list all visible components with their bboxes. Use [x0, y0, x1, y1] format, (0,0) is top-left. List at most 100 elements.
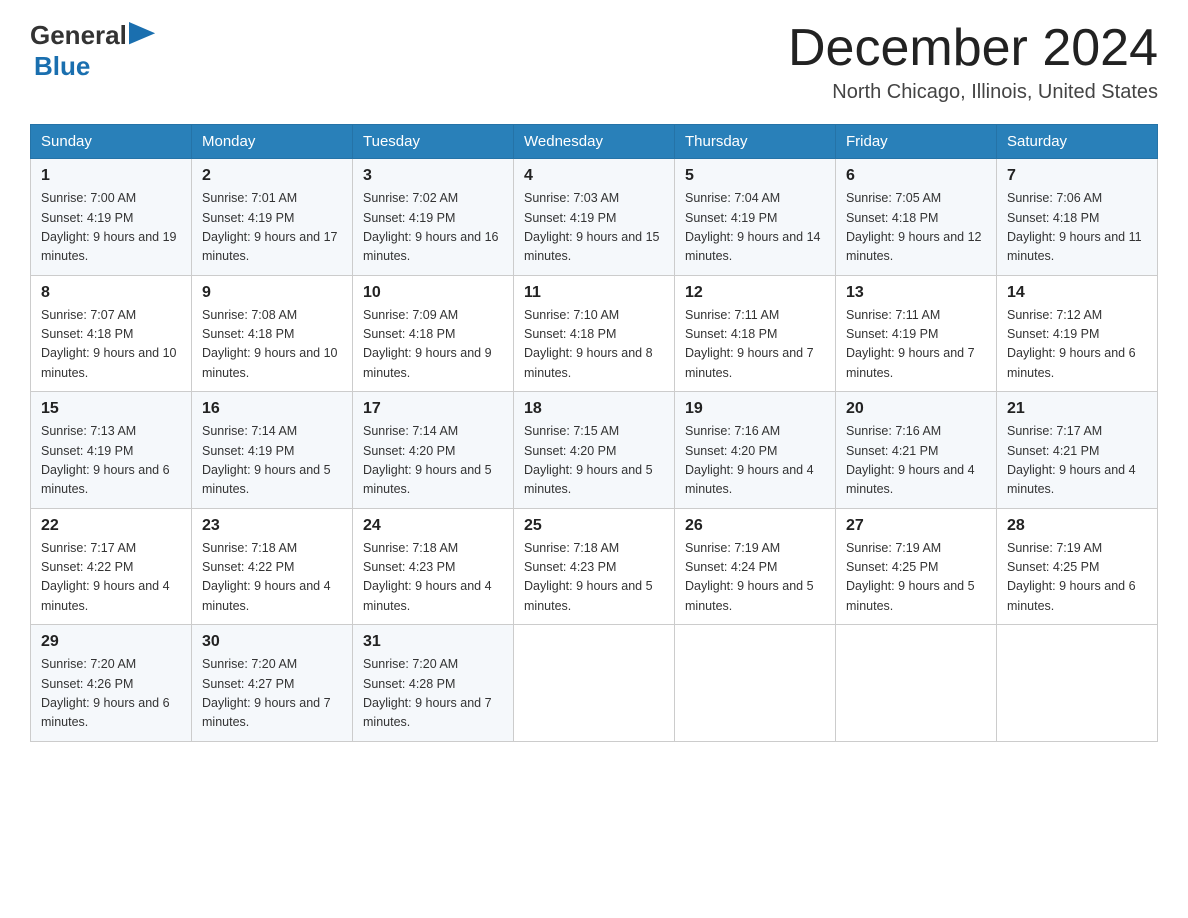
- day-info: Sunrise: 7:18 AMSunset: 4:23 PMDaylight:…: [524, 541, 653, 613]
- calendar-cell: 21 Sunrise: 7:17 AMSunset: 4:21 PMDaylig…: [997, 392, 1158, 509]
- calendar-cell: [836, 625, 997, 742]
- day-number: 15: [41, 400, 181, 418]
- day-info: Sunrise: 7:14 AMSunset: 4:19 PMDaylight:…: [202, 424, 331, 496]
- day-info: Sunrise: 7:02 AMSunset: 4:19 PMDaylight:…: [363, 191, 499, 263]
- calendar-week-row: 22 Sunrise: 7:17 AMSunset: 4:22 PMDaylig…: [31, 508, 1158, 625]
- calendar-cell: 4 Sunrise: 7:03 AMSunset: 4:19 PMDayligh…: [514, 159, 675, 276]
- day-number: 7: [1007, 167, 1147, 185]
- calendar-cell: 17 Sunrise: 7:14 AMSunset: 4:20 PMDaylig…: [353, 392, 514, 509]
- logo: General Blue: [30, 20, 157, 82]
- header-wednesday: Wednesday: [514, 125, 675, 159]
- calendar-cell: 11 Sunrise: 7:10 AMSunset: 4:18 PMDaylig…: [514, 275, 675, 392]
- calendar-cell: 9 Sunrise: 7:08 AMSunset: 4:18 PMDayligh…: [192, 275, 353, 392]
- day-number: 6: [846, 167, 986, 185]
- day-number: 11: [524, 284, 664, 302]
- day-number: 31: [363, 633, 503, 651]
- day-info: Sunrise: 7:03 AMSunset: 4:19 PMDaylight:…: [524, 191, 660, 263]
- calendar-week-row: 29 Sunrise: 7:20 AMSunset: 4:26 PMDaylig…: [31, 625, 1158, 742]
- logo-text-general: General: [30, 20, 127, 51]
- calendar-cell: 6 Sunrise: 7:05 AMSunset: 4:18 PMDayligh…: [836, 159, 997, 276]
- day-number: 28: [1007, 517, 1147, 535]
- day-info: Sunrise: 7:07 AMSunset: 4:18 PMDaylight:…: [41, 308, 177, 380]
- calendar-cell: 8 Sunrise: 7:07 AMSunset: 4:18 PMDayligh…: [31, 275, 192, 392]
- header-monday: Monday: [192, 125, 353, 159]
- day-info: Sunrise: 7:17 AMSunset: 4:22 PMDaylight:…: [41, 541, 170, 613]
- calendar-cell: 14 Sunrise: 7:12 AMSunset: 4:19 PMDaylig…: [997, 275, 1158, 392]
- page-header: General Blue December 2024 North Chicago…: [30, 20, 1158, 104]
- day-number: 10: [363, 284, 503, 302]
- calendar-cell: 26 Sunrise: 7:19 AMSunset: 4:24 PMDaylig…: [675, 508, 836, 625]
- day-info: Sunrise: 7:20 AMSunset: 4:26 PMDaylight:…: [41, 657, 170, 729]
- calendar-week-row: 1 Sunrise: 7:00 AMSunset: 4:19 PMDayligh…: [31, 159, 1158, 276]
- day-number: 25: [524, 517, 664, 535]
- calendar-cell: 31 Sunrise: 7:20 AMSunset: 4:28 PMDaylig…: [353, 625, 514, 742]
- day-number: 26: [685, 517, 825, 535]
- header-sunday: Sunday: [31, 125, 192, 159]
- day-number: 1: [41, 167, 181, 185]
- calendar-cell: 20 Sunrise: 7:16 AMSunset: 4:21 PMDaylig…: [836, 392, 997, 509]
- day-number: 19: [685, 400, 825, 418]
- day-number: 9: [202, 284, 342, 302]
- day-info: Sunrise: 7:11 AMSunset: 4:18 PMDaylight:…: [685, 308, 814, 380]
- day-info: Sunrise: 7:06 AMSunset: 4:18 PMDaylight:…: [1007, 191, 1142, 263]
- day-number: 8: [41, 284, 181, 302]
- header-saturday: Saturday: [997, 125, 1158, 159]
- calendar-cell: 30 Sunrise: 7:20 AMSunset: 4:27 PMDaylig…: [192, 625, 353, 742]
- day-info: Sunrise: 7:15 AMSunset: 4:20 PMDaylight:…: [524, 424, 653, 496]
- calendar-cell: 5 Sunrise: 7:04 AMSunset: 4:19 PMDayligh…: [675, 159, 836, 276]
- calendar-cell: 12 Sunrise: 7:11 AMSunset: 4:18 PMDaylig…: [675, 275, 836, 392]
- day-info: Sunrise: 7:16 AMSunset: 4:20 PMDaylight:…: [685, 424, 814, 496]
- day-number: 2: [202, 167, 342, 185]
- day-info: Sunrise: 7:00 AMSunset: 4:19 PMDaylight:…: [41, 191, 177, 263]
- day-info: Sunrise: 7:19 AMSunset: 4:25 PMDaylight:…: [846, 541, 975, 613]
- calendar-cell: 7 Sunrise: 7:06 AMSunset: 4:18 PMDayligh…: [997, 159, 1158, 276]
- day-info: Sunrise: 7:08 AMSunset: 4:18 PMDaylight:…: [202, 308, 338, 380]
- day-number: 30: [202, 633, 342, 651]
- day-info: Sunrise: 7:04 AMSunset: 4:19 PMDaylight:…: [685, 191, 821, 263]
- day-number: 16: [202, 400, 342, 418]
- header-thursday: Thursday: [675, 125, 836, 159]
- day-info: Sunrise: 7:16 AMSunset: 4:21 PMDaylight:…: [846, 424, 975, 496]
- day-number: 27: [846, 517, 986, 535]
- calendar-cell: 29 Sunrise: 7:20 AMSunset: 4:26 PMDaylig…: [31, 625, 192, 742]
- calendar-cell: 10 Sunrise: 7:09 AMSunset: 4:18 PMDaylig…: [353, 275, 514, 392]
- logo-icon: [129, 22, 157, 50]
- day-info: Sunrise: 7:01 AMSunset: 4:19 PMDaylight:…: [202, 191, 338, 263]
- calendar-cell: 3 Sunrise: 7:02 AMSunset: 4:19 PMDayligh…: [353, 159, 514, 276]
- calendar-cell: 15 Sunrise: 7:13 AMSunset: 4:19 PMDaylig…: [31, 392, 192, 509]
- day-info: Sunrise: 7:13 AMSunset: 4:19 PMDaylight:…: [41, 424, 170, 496]
- calendar-cell: 27 Sunrise: 7:19 AMSunset: 4:25 PMDaylig…: [836, 508, 997, 625]
- location-subtitle: North Chicago, Illinois, United States: [788, 81, 1158, 104]
- calendar-cell: [675, 625, 836, 742]
- day-number: 12: [685, 284, 825, 302]
- day-info: Sunrise: 7:14 AMSunset: 4:20 PMDaylight:…: [363, 424, 492, 496]
- month-title: December 2024: [788, 20, 1158, 77]
- calendar-cell: [514, 625, 675, 742]
- calendar-table: SundayMondayTuesdayWednesdayThursdayFrid…: [30, 124, 1158, 742]
- day-number: 4: [524, 167, 664, 185]
- calendar-cell: 13 Sunrise: 7:11 AMSunset: 4:19 PMDaylig…: [836, 275, 997, 392]
- day-info: Sunrise: 7:17 AMSunset: 4:21 PMDaylight:…: [1007, 424, 1136, 496]
- calendar-cell: 1 Sunrise: 7:00 AMSunset: 4:19 PMDayligh…: [31, 159, 192, 276]
- day-number: 21: [1007, 400, 1147, 418]
- day-number: 5: [685, 167, 825, 185]
- day-number: 14: [1007, 284, 1147, 302]
- calendar-cell: 22 Sunrise: 7:17 AMSunset: 4:22 PMDaylig…: [31, 508, 192, 625]
- calendar-week-row: 15 Sunrise: 7:13 AMSunset: 4:19 PMDaylig…: [31, 392, 1158, 509]
- logo-text-blue: Blue: [34, 51, 90, 82]
- calendar-cell: 2 Sunrise: 7:01 AMSunset: 4:19 PMDayligh…: [192, 159, 353, 276]
- calendar-cell: 16 Sunrise: 7:14 AMSunset: 4:19 PMDaylig…: [192, 392, 353, 509]
- day-info: Sunrise: 7:18 AMSunset: 4:22 PMDaylight:…: [202, 541, 331, 613]
- calendar-cell: 25 Sunrise: 7:18 AMSunset: 4:23 PMDaylig…: [514, 508, 675, 625]
- calendar-cell: 23 Sunrise: 7:18 AMSunset: 4:22 PMDaylig…: [192, 508, 353, 625]
- calendar-cell: 19 Sunrise: 7:16 AMSunset: 4:20 PMDaylig…: [675, 392, 836, 509]
- calendar-cell: 28 Sunrise: 7:19 AMSunset: 4:25 PMDaylig…: [997, 508, 1158, 625]
- day-number: 29: [41, 633, 181, 651]
- title-block: December 2024 North Chicago, Illinois, U…: [788, 20, 1158, 104]
- calendar-cell: 18 Sunrise: 7:15 AMSunset: 4:20 PMDaylig…: [514, 392, 675, 509]
- day-info: Sunrise: 7:19 AMSunset: 4:25 PMDaylight:…: [1007, 541, 1136, 613]
- day-number: 18: [524, 400, 664, 418]
- header-tuesday: Tuesday: [353, 125, 514, 159]
- day-info: Sunrise: 7:20 AMSunset: 4:27 PMDaylight:…: [202, 657, 331, 729]
- day-number: 3: [363, 167, 503, 185]
